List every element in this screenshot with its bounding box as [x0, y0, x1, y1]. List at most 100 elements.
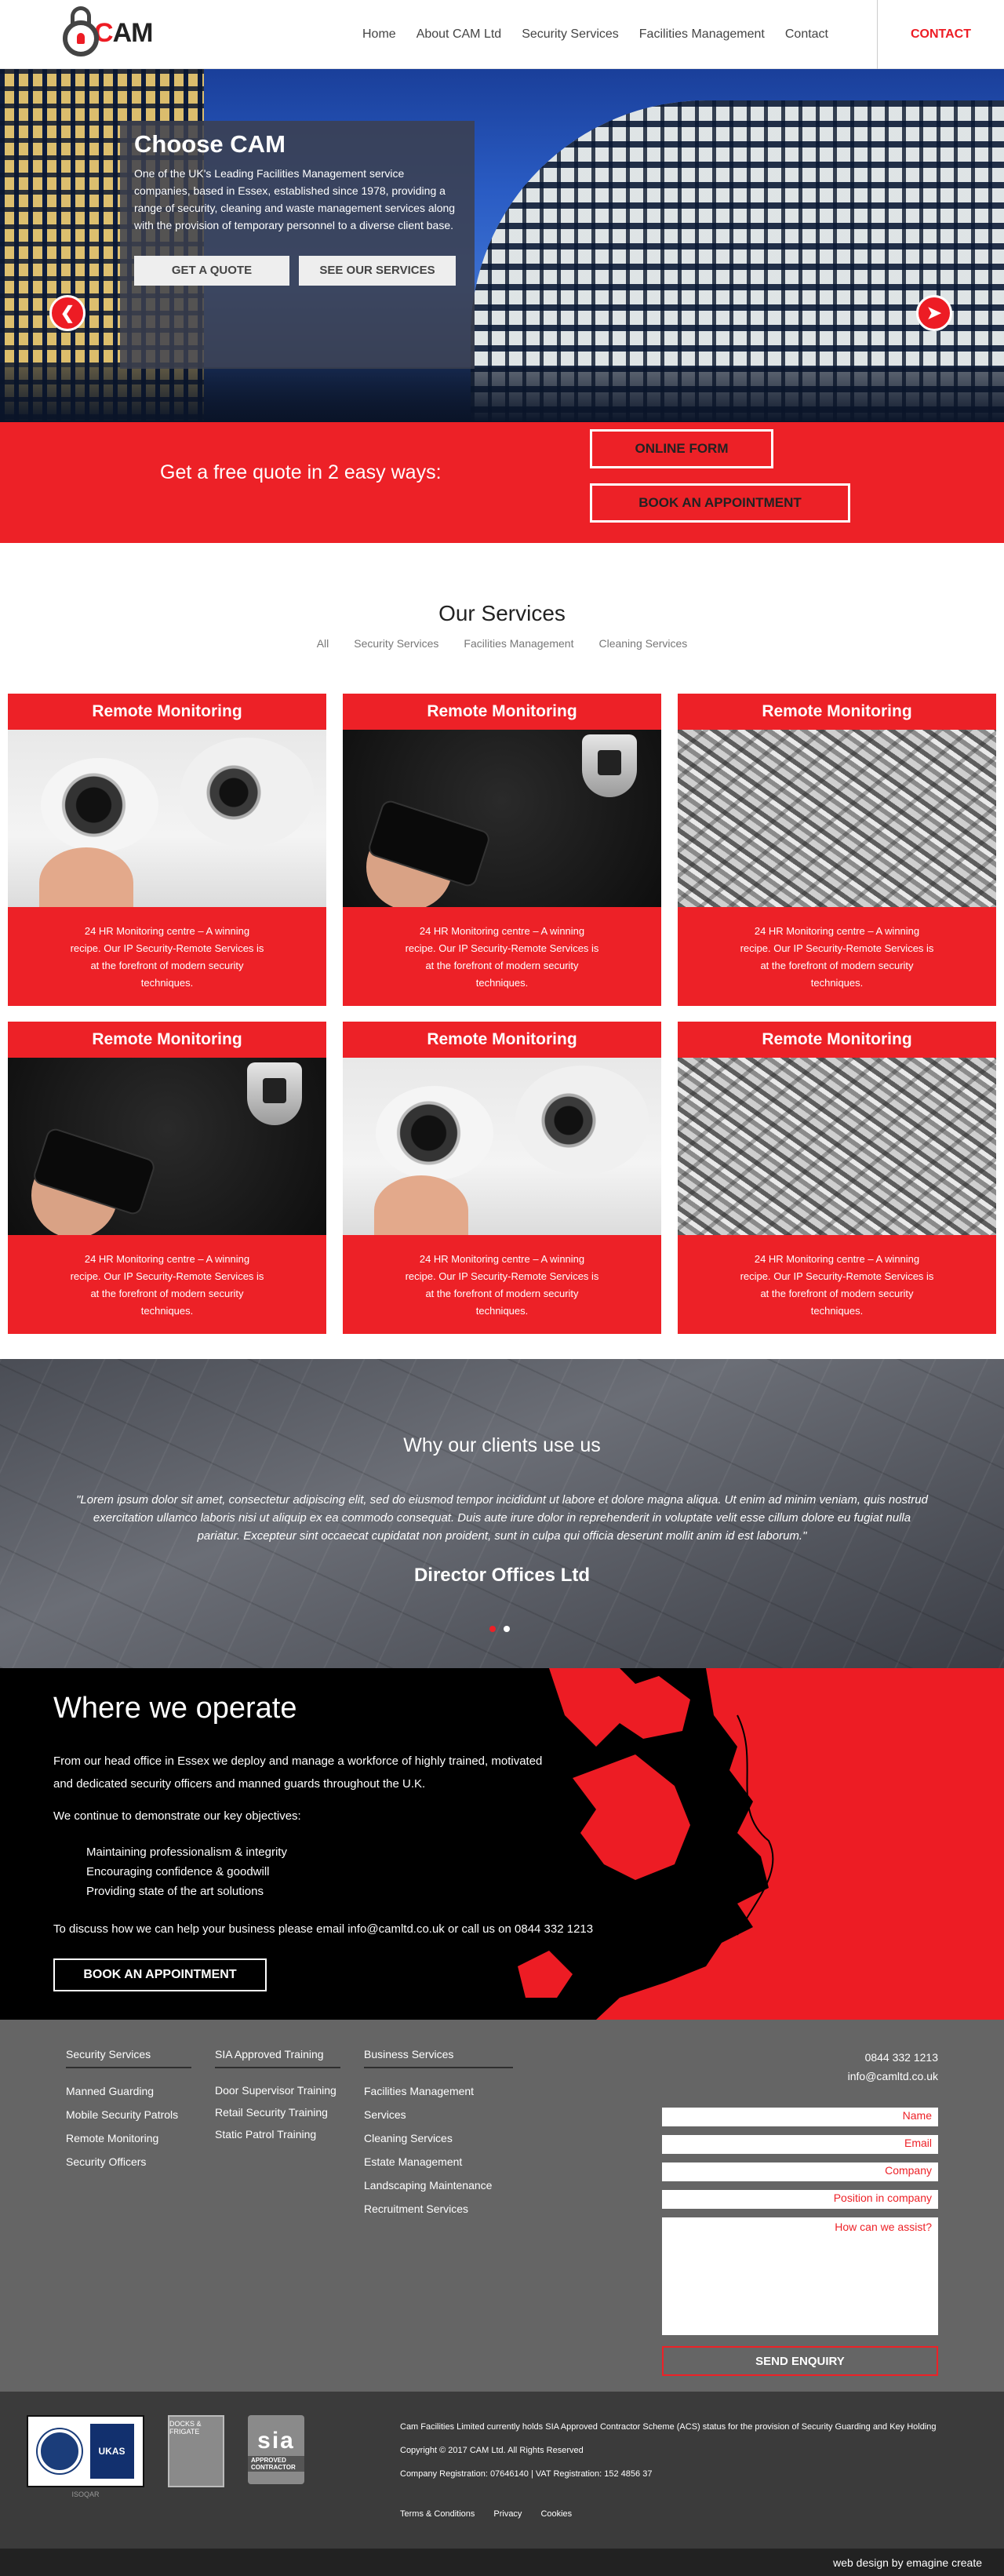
service-card-text: 24 HR Monitoring centre – A winning reci…	[405, 1253, 599, 1317]
site-footer: Security Services Manned Guarding Mobile…	[0, 2020, 1004, 2392]
footer-link[interactable]: Facilities Management Services	[364, 2079, 513, 2126]
footer-link[interactable]: Retail Security Training	[215, 2101, 340, 2123]
service-card-title: Remote Monitoring	[92, 702, 242, 720]
terms-link[interactable]: Terms & Conditions	[400, 2509, 475, 2519]
service-card-title: Remote Monitoring	[762, 702, 912, 720]
uk-map-icon	[518, 1668, 1004, 2020]
cctv-cameras-image	[8, 730, 326, 907]
operate-book-appointment-button[interactable]: BOOK AN APPOINTMENT	[53, 1958, 267, 1991]
footer-contact: 0844 332 1213 info@camltd.co.uk	[848, 2048, 938, 2086]
footer-phone[interactable]: 0844 332 1213	[848, 2048, 938, 2067]
service-card-title: Remote Monitoring	[762, 1030, 912, 1048]
objective-item: Maintaining professionalism & integrity	[86, 1845, 287, 1859]
isoqar-ukas-logo-icon: UKAS	[27, 2415, 144, 2487]
filter-cleaning-services[interactable]: Cleaning Services	[598, 637, 687, 650]
service-card[interactable]: Remote Monitoring 24 HR Monitoring centr…	[8, 1022, 326, 1334]
send-enquiry-button[interactable]: SEND ENQUIRY	[662, 2346, 938, 2376]
name-field[interactable]: Name	[662, 2108, 938, 2126]
cookies-link[interactable]: Cookies	[540, 2509, 572, 2519]
footer-link[interactable]: Manned Guarding	[66, 2079, 191, 2103]
position-field[interactable]: Position in company	[662, 2190, 938, 2209]
accreditation-logos: UKAS ISOQAR DOCKS & FRIGATE sia APPROVED…	[27, 2415, 304, 2499]
nav-home[interactable]: Home	[362, 27, 396, 42]
docks-frigate-logo-icon: DOCKS & FRIGATE	[168, 2415, 224, 2487]
footer-business-services: Business Services Facilities Management …	[364, 2048, 513, 2221]
service-card-text: 24 HR Monitoring centre – A winning reci…	[405, 925, 599, 989]
objectives-list: Maintaining professionalism & integrity …	[86, 1842, 287, 1901]
logo-text: CAM	[94, 17, 153, 48]
filter-all[interactable]: All	[317, 637, 329, 650]
company-field[interactable]: Company	[662, 2162, 938, 2181]
operate-title: Where we operate	[53, 1692, 297, 1725]
carousel-dot[interactable]	[504, 1626, 510, 1632]
slider-next-arrow-icon[interactable]: ➤	[916, 295, 952, 331]
hero-title: Choose CAM	[134, 130, 286, 158]
footer-link[interactable]: Landscaping Maintenance	[364, 2173, 513, 2197]
see-services-button[interactable]: SEE OUR SERVICES	[299, 256, 456, 286]
online-form-button[interactable]: ONLINE FORM	[590, 429, 773, 468]
service-card-text: 24 HR Monitoring centre – A winning reci…	[740, 925, 934, 989]
service-card[interactable]: Remote Monitoring 24 HR Monitoring centr…	[678, 694, 996, 1006]
padlock-logo-icon	[60, 3, 100, 63]
header-contact-cell: CONTACT	[877, 0, 1004, 69]
credit-text[interactable]: web design by emagine create	[833, 2556, 982, 2569]
footer-security-services: Security Services Manned Guarding Mobile…	[66, 2048, 191, 2173]
footer-link[interactable]: Remote Monitoring	[66, 2126, 191, 2150]
keys-image	[678, 1058, 996, 1235]
service-card[interactable]: Remote Monitoring 24 HR Monitoring centr…	[678, 1022, 996, 1334]
filter-security-services[interactable]: Security Services	[354, 637, 438, 650]
isoqar-caption: ISOQAR	[71, 2490, 100, 2498]
service-card-text: 24 HR Monitoring centre – A winning reci…	[740, 1253, 934, 1317]
testimonial-author: Director Offices Ltd	[413, 1565, 591, 1586]
security-guard-image	[343, 730, 661, 907]
nav-about[interactable]: About CAM Ltd	[417, 27, 502, 42]
bottom-bar: UKAS ISOQAR DOCKS & FRIGATE sia APPROVED…	[0, 2392, 1004, 2576]
filter-facilities-management[interactable]: Facilities Management	[464, 637, 573, 650]
service-card[interactable]: Remote Monitoring 24 HR Monitoring centr…	[8, 694, 326, 1006]
operate-intro: From our head office in Essex we deploy …	[53, 1754, 543, 1791]
privacy-link[interactable]: Privacy	[493, 2509, 522, 2519]
legal-registration: Company Registration: 07646140 | VAT Reg…	[400, 2469, 653, 2479]
cctv-cameras-image	[343, 1058, 661, 1235]
book-appointment-button[interactable]: BOOK AN APPOINTMENT	[590, 483, 850, 523]
credit-bar: web design by emagine create	[0, 2549, 1004, 2576]
objective-item: Encouraging confidence & goodwill	[86, 1865, 270, 1878]
get-quote-button[interactable]: GET A QUOTE	[134, 256, 289, 286]
services-filters: All Security Services Facilities Managem…	[0, 637, 1004, 650]
nav-contact[interactable]: Contact	[785, 27, 828, 42]
cam-logo[interactable]: CAM	[60, 3, 153, 63]
footer-link[interactable]: Door Supervisor Training	[215, 2079, 340, 2101]
legal-text: Cam Facilities Limited currently holds S…	[400, 2415, 937, 2486]
site-header: CAM Home About CAM Ltd Security Services…	[0, 0, 1004, 69]
email-field[interactable]: Email	[662, 2135, 938, 2154]
service-card[interactable]: Remote Monitoring 24 HR Monitoring centr…	[343, 694, 661, 1006]
main-nav: Home About CAM Ltd Security Services Fac…	[362, 0, 828, 69]
footer-link[interactable]: Recruitment Services	[364, 2197, 513, 2221]
testimonial-title: Why our clients use us	[403, 1434, 601, 1456]
where-we-operate-section: Where we operate From our head office in…	[0, 1668, 1004, 2020]
message-field[interactable]: How can we assist?	[662, 2217, 938, 2335]
legal-copyright: Copyright © 2017 CAM Ltd. All Rights Res…	[400, 2446, 584, 2455]
footer-link[interactable]: Security Officers	[66, 2150, 191, 2173]
nav-security-services[interactable]: Security Services	[522, 27, 619, 42]
header-contact-link[interactable]: CONTACT	[911, 27, 971, 42]
slider-prev-arrow-icon[interactable]: ❮	[49, 295, 85, 331]
footer-sia-training: SIA Approved Training Door Supervisor Tr…	[215, 2048, 340, 2145]
hero-text: One of the UK's Leading Facilities Manag…	[134, 167, 456, 231]
security-guard-image	[8, 1058, 326, 1235]
objective-item: Providing state of the art solutions	[86, 1885, 264, 1898]
footer-email[interactable]: info@camltd.co.uk	[848, 2067, 938, 2086]
footer-link[interactable]: Estate Management	[364, 2150, 513, 2173]
nav-facilities-management[interactable]: Facilities Management	[639, 27, 765, 42]
carousel-dot-active[interactable]	[489, 1626, 496, 1632]
service-card[interactable]: Remote Monitoring 24 HR Monitoring centr…	[343, 1022, 661, 1334]
keys-image	[678, 730, 996, 907]
enquiry-form: Name Email Company Position in company H…	[662, 2108, 938, 2376]
footer-link[interactable]: Cleaning Services	[364, 2126, 513, 2150]
service-card-title: Remote Monitoring	[427, 1030, 577, 1048]
testimonial-section: Why our clients use us "Lorem ipsum dolo…	[0, 1359, 1004, 1668]
footer-link[interactable]: Mobile Security Patrols	[66, 2103, 191, 2126]
legal-acs: Cam Facilities Limited currently holds S…	[400, 2422, 937, 2432]
hero-caption: Choose CAM One of the UK's Leading Facil…	[120, 121, 475, 369]
footer-link[interactable]: Static Patrol Training	[215, 2123, 340, 2145]
